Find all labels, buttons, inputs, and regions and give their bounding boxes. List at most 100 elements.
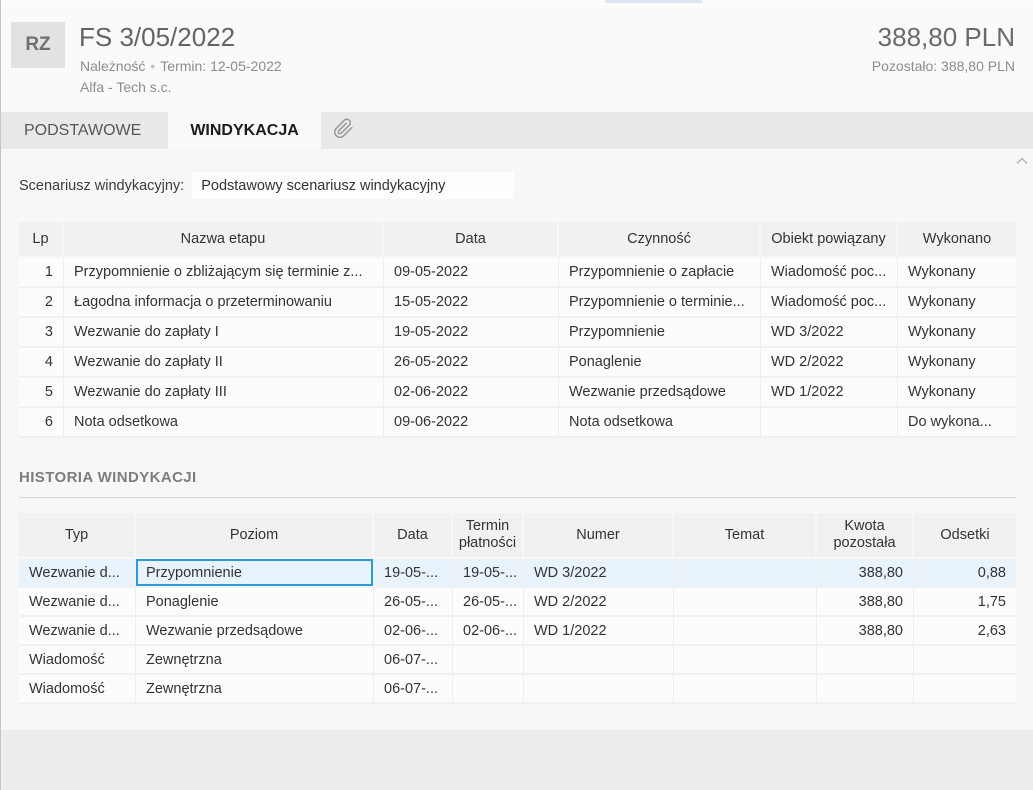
stage-cell[interactable]: WD 1/2022 bbox=[761, 378, 898, 408]
stage-cell[interactable]: Wezwanie do zapłaty II bbox=[64, 348, 384, 378]
stage-column-header[interactable]: Czynność bbox=[559, 222, 761, 258]
history-cell[interactable] bbox=[914, 675, 1016, 704]
stage-row[interactable]: 3 Wezwanie do zapłaty I 19-05-2022 Przypomn… bbox=[19, 318, 1016, 348]
stage-cell[interactable]: WD 2/2022 bbox=[761, 348, 898, 378]
stage-column-header[interactable]: Lp bbox=[19, 222, 64, 258]
history-cell[interactable]: Wezwanie d... bbox=[19, 588, 136, 617]
stage-cell[interactable]: Przypomnienie o zapłacie bbox=[559, 258, 761, 288]
stage-cell[interactable]: Wykonany bbox=[898, 378, 1016, 408]
stage-cell[interactable] bbox=[761, 408, 898, 438]
stage-cell[interactable]: Nota odsetkowa bbox=[559, 408, 761, 438]
stage-cell[interactable]: Wezwanie do zapłaty I bbox=[64, 318, 384, 348]
stage-row[interactable]: 6 Nota odsetkowa 09-06-2022 Nota odsetkowa D… bbox=[19, 408, 1016, 438]
history-cell[interactable] bbox=[817, 646, 914, 675]
history-cell[interactable] bbox=[674, 646, 817, 675]
attachments-button[interactable] bbox=[321, 112, 366, 149]
stage-cell[interactable]: Wykonany bbox=[898, 258, 1016, 288]
stage-column-header[interactable]: Obiekt powiązany bbox=[761, 222, 898, 258]
stage-cell[interactable]: Nota odsetkowa bbox=[64, 408, 384, 438]
history-row[interactable]: Wiadomość Zewnętrzna 06-07-... bbox=[19, 675, 1016, 704]
stage-cell[interactable]: Przypomnienie o zbliżającym się terminie… bbox=[64, 258, 384, 288]
tab-podstawowe[interactable]: PODSTAWOWE bbox=[2, 112, 163, 149]
stage-cell[interactable]: 2 bbox=[19, 288, 64, 318]
stage-cell[interactable]: Wiadomość poc... bbox=[761, 288, 898, 318]
stage-cell[interactable]: 15-05-2022 bbox=[384, 288, 559, 318]
stage-cell[interactable]: Wezwanie przedsądowe bbox=[559, 378, 761, 408]
stage-cell[interactable]: 02-06-2022 bbox=[384, 378, 559, 408]
history-column-header[interactable]: Kwota pozostała bbox=[817, 513, 914, 559]
history-cell[interactable] bbox=[674, 559, 817, 588]
history-cell[interactable]: Wezwanie d... bbox=[19, 617, 136, 646]
stage-cell[interactable]: 5 bbox=[19, 378, 64, 408]
history-cell[interactable] bbox=[674, 617, 817, 646]
stage-cell[interactable]: 19-05-2022 bbox=[384, 318, 559, 348]
history-cell[interactable]: 06-07-... bbox=[374, 646, 453, 675]
stage-cell[interactable]: 26-05-2022 bbox=[384, 348, 559, 378]
history-cell[interactable]: Przypomnienie bbox=[136, 559, 374, 588]
history-column-header[interactable]: Odsetki bbox=[914, 513, 1016, 559]
stage-column-header[interactable]: Data bbox=[384, 222, 559, 258]
history-cell[interactable] bbox=[524, 646, 674, 675]
stage-row[interactable]: 5 Wezwanie do zapłaty III 02-06-2022 Wezwan… bbox=[19, 378, 1016, 408]
history-row[interactable]: Wiadomość Zewnętrzna 06-07-... bbox=[19, 646, 1016, 675]
history-cell[interactable]: Wezwanie d... bbox=[19, 559, 136, 588]
history-cell[interactable] bbox=[453, 675, 524, 704]
history-cell[interactable]: 0,88 bbox=[914, 559, 1016, 588]
history-cell[interactable]: 388,80 bbox=[817, 588, 914, 617]
history-row[interactable]: Wezwanie d... Przypomnienie 19-05-... 19-05… bbox=[19, 559, 1016, 588]
history-cell[interactable]: Wezwanie przedsądowe bbox=[136, 617, 374, 646]
stage-cell[interactable]: 1 bbox=[19, 258, 64, 288]
stage-cell[interactable]: 4 bbox=[19, 348, 64, 378]
history-cell[interactable] bbox=[453, 646, 524, 675]
history-cell[interactable]: 388,80 bbox=[817, 559, 914, 588]
history-cell[interactable]: Wiadomość bbox=[19, 675, 136, 704]
history-cell[interactable]: WD 1/2022 bbox=[524, 617, 674, 646]
history-cell[interactable]: 19-05-... bbox=[374, 559, 453, 588]
stage-cell[interactable]: 09-06-2022 bbox=[384, 408, 559, 438]
history-cell[interactable]: 1,75 bbox=[914, 588, 1016, 617]
scenario-input[interactable] bbox=[192, 172, 515, 199]
history-cell[interactable] bbox=[914, 646, 1016, 675]
tab-windykacja[interactable]: WINDYKACJA bbox=[168, 112, 321, 149]
history-cell[interactable]: 19-05-... bbox=[453, 559, 524, 588]
history-column-header[interactable]: Poziom bbox=[136, 513, 374, 559]
stage-cell[interactable]: Wykonany bbox=[898, 288, 1016, 318]
history-column-header[interactable]: Data bbox=[374, 513, 453, 559]
history-cell[interactable]: 26-05-... bbox=[453, 588, 524, 617]
history-cell[interactable] bbox=[817, 675, 914, 704]
history-row[interactable]: Wezwanie d... Wezwanie przedsądowe 02-06-.… bbox=[19, 617, 1016, 646]
history-cell[interactable] bbox=[524, 675, 674, 704]
history-cell[interactable]: Ponaglenie bbox=[136, 588, 374, 617]
history-cell[interactable]: 02-06-... bbox=[453, 617, 524, 646]
history-cell[interactable]: WD 2/2022 bbox=[524, 588, 674, 617]
stage-cell[interactable]: Ponaglenie bbox=[559, 348, 761, 378]
history-cell[interactable]: WD 3/2022 bbox=[524, 559, 674, 588]
history-cell[interactable]: 26-05-... bbox=[374, 588, 453, 617]
stage-row[interactable]: 2 Łagodna informacja o przeterminowaniu 15… bbox=[19, 288, 1016, 318]
stage-cell[interactable]: Łagodna informacja o przeterminowaniu bbox=[64, 288, 384, 318]
stage-cell[interactable]: WD 3/2022 bbox=[761, 318, 898, 348]
stage-cell[interactable]: Wezwanie do zapłaty III bbox=[64, 378, 384, 408]
stage-column-header[interactable]: Wykonano bbox=[898, 222, 1016, 258]
history-cell[interactable]: 2,63 bbox=[914, 617, 1016, 646]
history-cell[interactable]: Zewnętrzna bbox=[136, 675, 374, 704]
history-cell[interactable]: 388,80 bbox=[817, 617, 914, 646]
stage-cell[interactable]: Wykonany bbox=[898, 318, 1016, 348]
history-column-header[interactable]: Typ bbox=[19, 513, 136, 559]
stage-cell[interactable]: 3 bbox=[19, 318, 64, 348]
history-column-header[interactable]: Termin płatności bbox=[453, 513, 524, 559]
stage-cell[interactable]: Do wykona... bbox=[898, 408, 1016, 438]
stage-cell[interactable]: Przypomnienie bbox=[559, 318, 761, 348]
history-cell[interactable]: 02-06-... bbox=[374, 617, 453, 646]
history-cell[interactable] bbox=[674, 675, 817, 704]
stage-cell[interactable]: Przypomnienie o terminie... bbox=[559, 288, 761, 318]
stage-cell[interactable]: 6 bbox=[19, 408, 64, 438]
stage-row[interactable]: 4 Wezwanie do zapłaty II 26-05-2022 Ponagle… bbox=[19, 348, 1016, 378]
history-cell[interactable]: Wiadomość bbox=[19, 646, 136, 675]
stage-cell[interactable]: Wiadomość poc... bbox=[761, 258, 898, 288]
history-cell[interactable]: 06-07-... bbox=[374, 675, 453, 704]
history-cell[interactable] bbox=[674, 588, 817, 617]
stage-column-header[interactable]: Nazwa etapu bbox=[64, 222, 384, 258]
stage-cell[interactable]: Wykonany bbox=[898, 348, 1016, 378]
history-row[interactable]: Wezwanie d... Ponaglenie 26-05-... 26-05-..… bbox=[19, 588, 1016, 617]
